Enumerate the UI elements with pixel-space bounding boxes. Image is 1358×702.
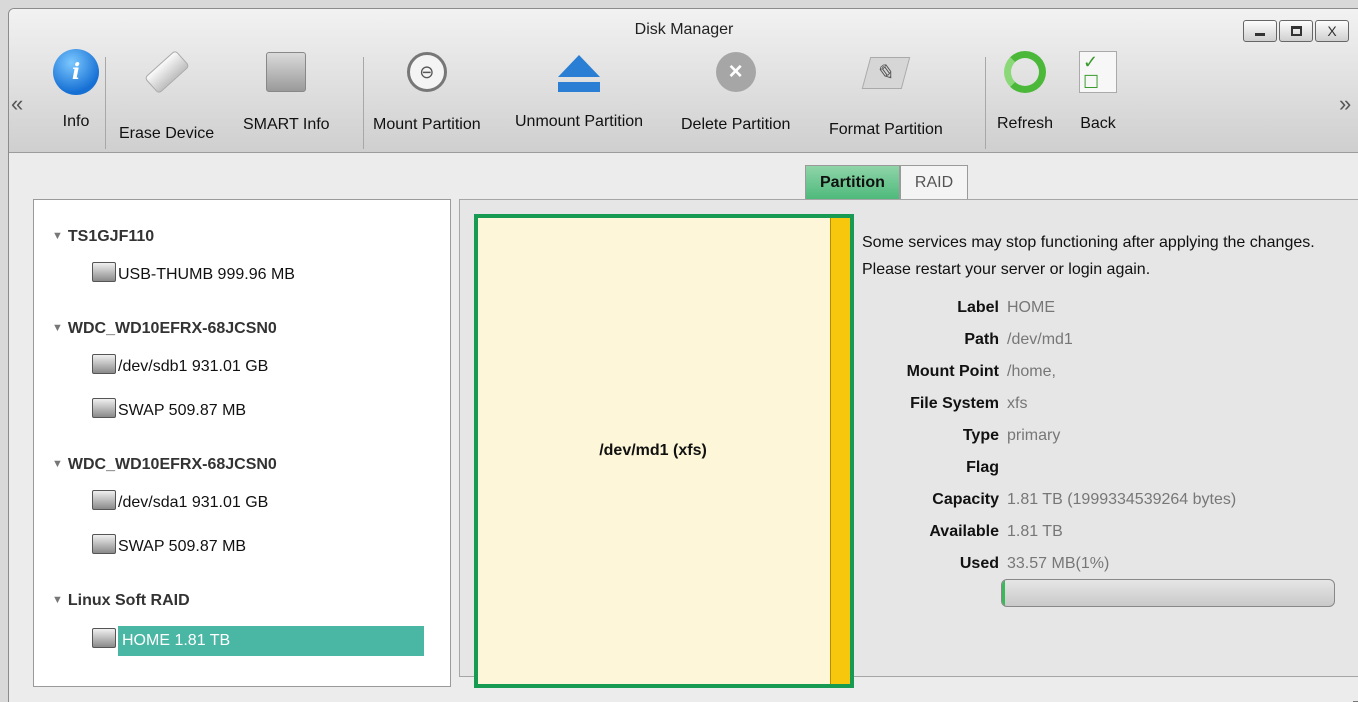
- tab-partition[interactable]: Partition: [805, 165, 900, 200]
- resize-grip-icon[interactable]: [1353, 693, 1358, 702]
- minimize-button[interactable]: [1243, 20, 1277, 42]
- tree-group[interactable]: ▼ Linux Soft RAID: [52, 592, 190, 610]
- expand-triangle-icon: ▼: [52, 594, 63, 606]
- tree-item-label: USB-THUMB 999.96 MB: [118, 266, 295, 283]
- disk-icon: [92, 490, 116, 510]
- expand-triangle-icon: ▼: [52, 230, 63, 242]
- disk-manager-window: Disk Manager X « » i Info Erase Device S…: [8, 8, 1358, 702]
- tree-item-label: HOME 1.81 TB: [118, 626, 424, 656]
- tree-group-label: TS1GJF110: [67, 228, 155, 245]
- erase-device-button[interactable]: Erase Device: [119, 49, 214, 143]
- smart-disk-icon: [263, 52, 309, 98]
- toolbar-scroll-left-icon[interactable]: «: [11, 91, 23, 117]
- prop-used-key: Used: [959, 555, 999, 572]
- mount-partition-label: Mount Partition: [373, 116, 481, 133]
- disk-icon: [92, 398, 116, 418]
- prop-available-value: 1.81 TB: [1007, 523, 1063, 540]
- smart-info-button[interactable]: SMART Info: [243, 49, 330, 134]
- unmount-partition-button[interactable]: Unmount Partition: [515, 49, 643, 131]
- tree-item-selected[interactable]: HOME 1.81 TB: [92, 626, 432, 656]
- tree-item-label: SWAP 509.87 MB: [118, 538, 247, 555]
- format-partition-button[interactable]: ✎ Format Partition: [829, 49, 943, 139]
- info-icon: i: [53, 49, 99, 95]
- prop-mount-point-value: /home,: [1007, 363, 1056, 380]
- tree-item[interactable]: /dev/sdb1 931.01 GB: [92, 354, 268, 380]
- tree-group-label: Linux Soft RAID: [67, 592, 190, 609]
- disk-icon: [92, 534, 116, 554]
- expand-triangle-icon: ▼: [52, 322, 63, 334]
- usage-progress-fill: [1002, 580, 1006, 606]
- tree-group[interactable]: ▼ WDC_WD10EFRX-68JCSN0: [52, 320, 277, 338]
- tree-item-label: /dev/sda1 931.01 GB: [118, 494, 269, 511]
- restart-notice: Some services may stop functioning after…: [862, 234, 1315, 278]
- tree-item[interactable]: SWAP 509.87 MB: [92, 534, 246, 560]
- eraser-icon: [143, 49, 190, 107]
- disk-icon: [92, 262, 116, 282]
- toolbar-separator: [363, 57, 364, 149]
- back-label: Back: [1080, 115, 1116, 132]
- eject-icon: [556, 49, 602, 95]
- maximize-button[interactable]: [1279, 20, 1313, 42]
- smart-info-label: SMART Info: [243, 116, 330, 133]
- disk-icon: [92, 628, 116, 648]
- tree-item-label: /dev/sdb1 931.01 GB: [118, 358, 269, 375]
- partition-label: /dev/md1 (xfs): [599, 442, 707, 459]
- disk-icon: [92, 354, 116, 374]
- tree-group-label: WDC_WD10EFRX-68JCSN0: [67, 456, 277, 473]
- prop-type-key: Type: [962, 427, 999, 444]
- refresh-label: Refresh: [997, 115, 1054, 132]
- format-partition-label: Format Partition: [829, 121, 943, 138]
- tree-group[interactable]: ▼ TS1GJF110: [52, 228, 154, 246]
- refresh-icon: [1002, 51, 1048, 97]
- prop-flag-key: Flag: [966, 459, 999, 476]
- window-title: Disk Manager: [634, 21, 734, 38]
- tree-item-label: SWAP 509.87 MB: [118, 402, 247, 419]
- usage-progress-bar: [1001, 579, 1335, 607]
- delete-icon: ×: [713, 52, 759, 98]
- prop-capacity-key: Capacity: [932, 491, 999, 508]
- device-tree: ▼ TS1GJF110 USB-THUMB 999.96 MB ▼ WDC_WD10…: [33, 199, 451, 687]
- minimize-icon: [1255, 32, 1265, 36]
- prop-label-value: HOME: [1007, 299, 1055, 316]
- info-label: Info: [62, 113, 90, 130]
- mount-icon: ⊖: [404, 52, 450, 98]
- erase-device-label: Erase Device: [119, 125, 215, 142]
- partition-map[interactable]: /dev/md1 (xfs): [474, 214, 854, 688]
- tab-raid[interactable]: RAID: [899, 165, 969, 200]
- tree-group[interactable]: ▼ WDC_WD10EFRX-68JCSN0: [52, 456, 277, 474]
- mount-partition-button[interactable]: ⊖ Mount Partition: [373, 49, 481, 134]
- tree-item[interactable]: /dev/sda1 931.01 GB: [92, 490, 268, 516]
- window-controls: X: [1243, 20, 1349, 42]
- format-icon: ✎: [861, 57, 911, 103]
- prop-label-key: Label: [957, 299, 999, 316]
- info-button[interactable]: i Info: [53, 49, 99, 131]
- tree-group-label: WDC_WD10EFRX-68JCSN0: [67, 320, 277, 337]
- toolbar-separator: [105, 57, 106, 149]
- checklist-icon: ✓ ☐: [1075, 51, 1121, 97]
- partition-used-bar: [830, 218, 850, 684]
- prop-path-key: Path: [964, 331, 999, 348]
- title-toolbar-area: Disk Manager X « » i Info Erase Device S…: [9, 9, 1358, 153]
- refresh-button[interactable]: Refresh: [997, 49, 1053, 133]
- toolbar-scroll-right-icon[interactable]: »: [1339, 91, 1351, 117]
- unmount-partition-label: Unmount Partition: [515, 113, 644, 130]
- expand-triangle-icon: ▼: [52, 458, 63, 470]
- prop-used-value: 33.57 MB(1%): [1007, 555, 1110, 572]
- prop-file-system-value: xfs: [1007, 395, 1028, 412]
- toolbar-separator: [985, 57, 986, 149]
- prop-file-system-key: File System: [910, 395, 999, 412]
- prop-path-value: /dev/md1: [1007, 331, 1073, 348]
- prop-capacity-value: 1.81 TB (1999334539264 bytes): [1007, 491, 1237, 508]
- delete-partition-label: Delete Partition: [681, 116, 791, 133]
- back-button[interactable]: ✓ ☐ Back: [1075, 49, 1121, 133]
- delete-partition-button[interactable]: × Delete Partition: [681, 49, 790, 134]
- prop-type-value: primary: [1007, 427, 1061, 444]
- tree-item[interactable]: SWAP 509.87 MB: [92, 398, 246, 424]
- prop-available-key: Available: [929, 523, 999, 540]
- maximize-icon: [1290, 26, 1302, 36]
- close-button[interactable]: X: [1315, 20, 1349, 42]
- tree-item[interactable]: USB-THUMB 999.96 MB: [92, 262, 295, 288]
- prop-mount-point-key: Mount Point: [906, 363, 999, 380]
- view-tabs: Partition RAID: [805, 165, 969, 200]
